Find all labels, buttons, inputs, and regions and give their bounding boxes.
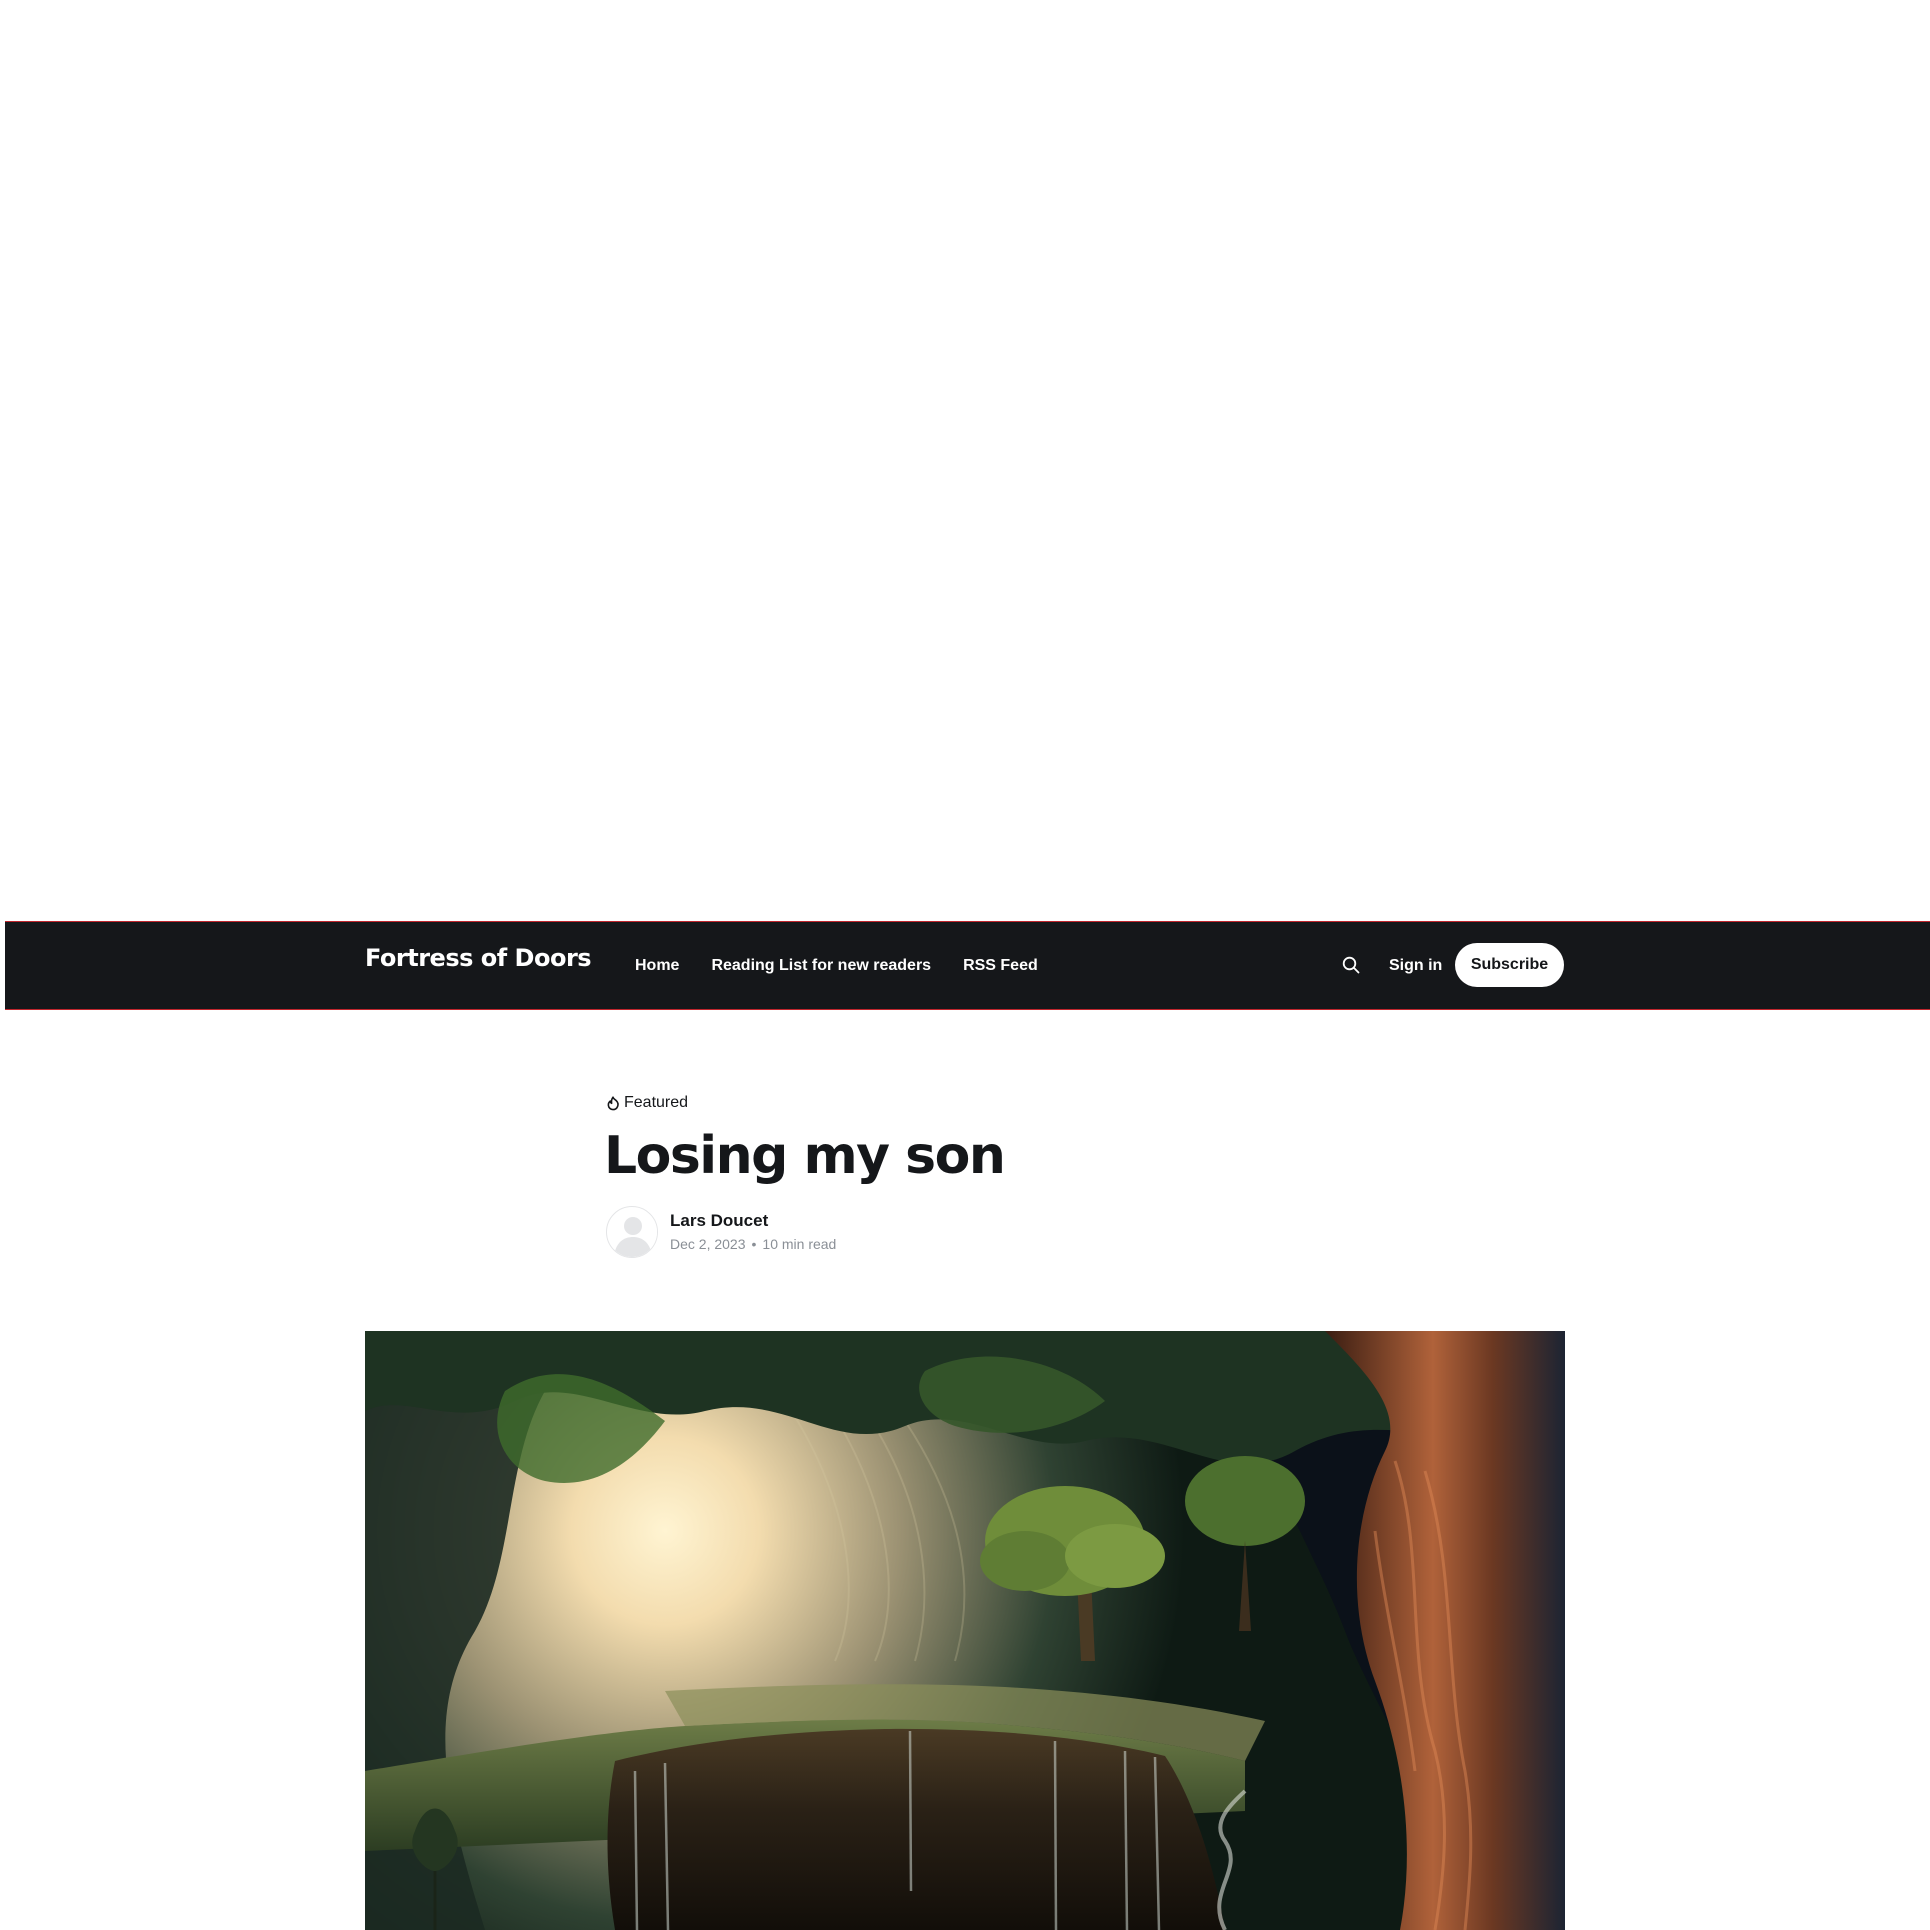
byline: Lars Doucet Dec 2, 2023 • 10 min read bbox=[606, 1206, 836, 1258]
signin-link[interactable]: Sign in bbox=[1389, 956, 1442, 976]
subscribe-button[interactable]: Subscribe bbox=[1455, 943, 1564, 987]
nav-item-home[interactable]: Home bbox=[635, 956, 679, 976]
featured-tag: Featured bbox=[606, 1093, 688, 1113]
nav-item-rss-feed[interactable]: RSS Feed bbox=[963, 956, 1038, 976]
article-title: Losing my son bbox=[604, 1126, 1006, 1186]
post-meta: Dec 2, 2023 • 10 min read bbox=[670, 1234, 836, 1254]
search-button[interactable] bbox=[1337, 951, 1365, 979]
fire-icon bbox=[607, 1096, 619, 1111]
feature-image-art bbox=[365, 1331, 1565, 1930]
site-header: Fortress of Doors Home Reading List for … bbox=[5, 921, 1930, 1010]
meta-separator: • bbox=[751, 1236, 757, 1252]
user-icon bbox=[608, 1208, 657, 1257]
nav-item-reading-list[interactable]: Reading List for new readers bbox=[711, 956, 931, 976]
site-title[interactable]: Fortress of Doors bbox=[365, 946, 592, 970]
read-time: 10 min read bbox=[762, 1236, 837, 1252]
featured-label: Featured bbox=[624, 1094, 689, 1111]
search-icon bbox=[1342, 956, 1360, 974]
author-name[interactable]: Lars Doucet bbox=[670, 1210, 836, 1232]
post-date: Dec 2, 2023 bbox=[670, 1236, 746, 1252]
page: Fortress of Doors Home Reading List for … bbox=[0, 0, 1930, 1930]
author-avatar[interactable] bbox=[606, 1206, 658, 1258]
author-meta: Lars Doucet Dec 2, 2023 • 10 min read bbox=[670, 1210, 836, 1254]
feature-image bbox=[365, 1331, 1565, 1930]
main-nav: Home Reading List for new readers RSS Fe… bbox=[635, 956, 1038, 976]
